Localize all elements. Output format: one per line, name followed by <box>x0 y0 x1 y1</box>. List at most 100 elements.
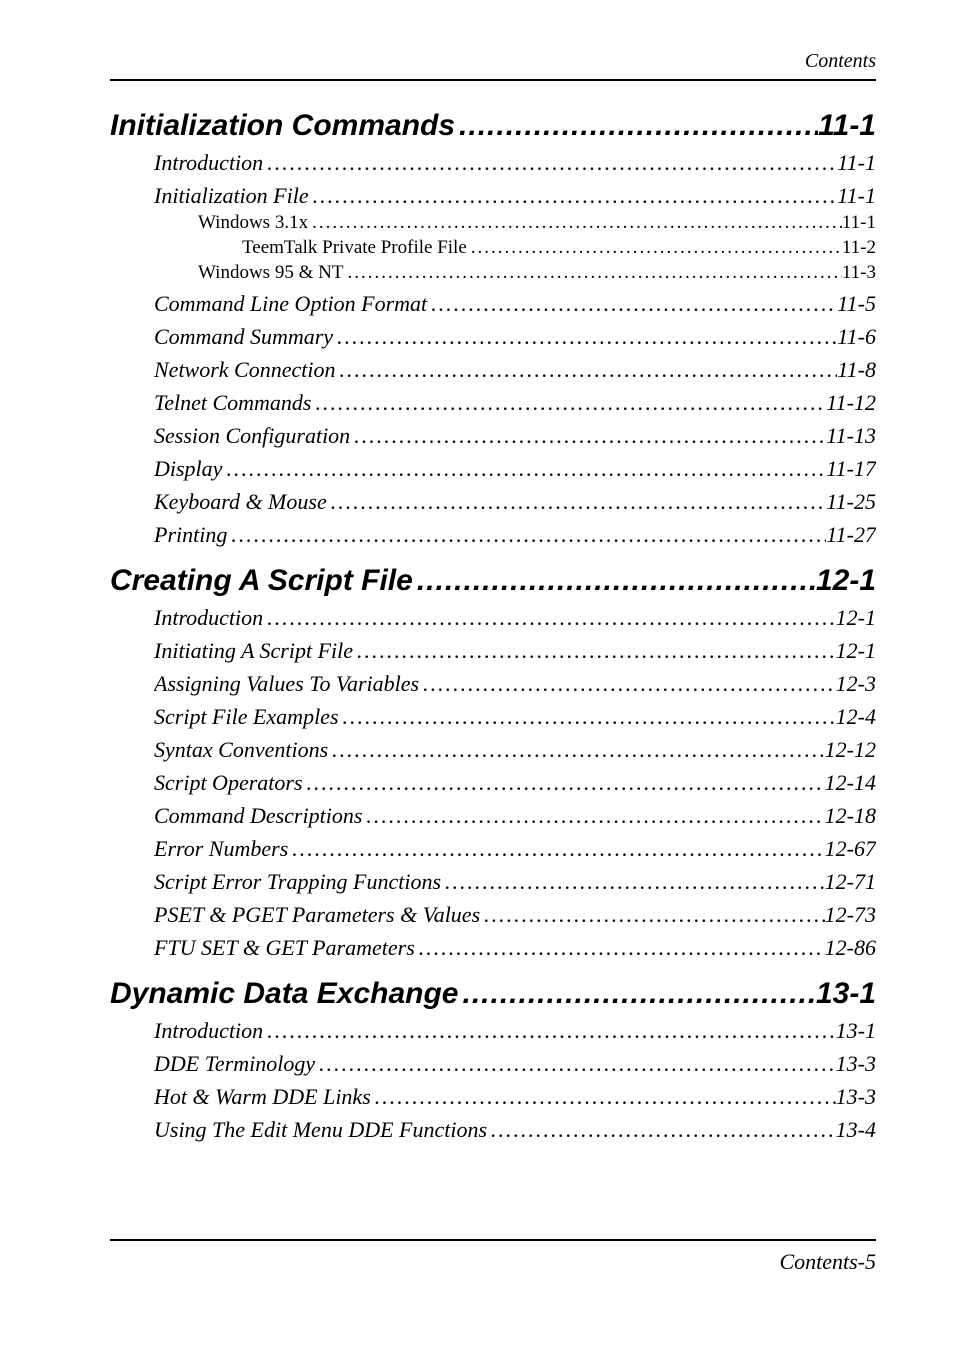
toc-entry: Script File Examples 12-4 <box>154 704 876 730</box>
toc-leader-dots <box>343 262 841 284</box>
toc-entry: Creating A Script File 12-1 <box>110 564 876 598</box>
toc-entry-label: Windows 3.1x <box>198 212 308 234</box>
toc-entry-page: 11-25 <box>826 489 876 515</box>
toc-entry-page: 11-6 <box>837 324 876 350</box>
toc-leader-dots <box>328 737 825 763</box>
toc-entry: Assigning Values To Variables 12-3 <box>154 671 876 697</box>
toc-leader-dots <box>467 237 842 259</box>
toc-entry: DDE Terminology 13-3 <box>154 1051 876 1077</box>
page-footer: Contents-5 <box>110 1241 876 1275</box>
toc-entry: Windows 3.1x 11-1 <box>198 212 876 234</box>
toc-entry-page: 11-5 <box>837 291 876 317</box>
toc-entry-label: Using The Edit Menu DDE Functions <box>154 1117 487 1143</box>
toc-entry-label: FTU SET & GET Parameters <box>154 935 415 961</box>
toc-entry-label: PSET & PGET Parameters & Values <box>154 902 480 928</box>
toc-leader-dots <box>353 638 836 664</box>
toc-entry-page: 13-1 <box>836 1018 876 1044</box>
toc-entry: Command Descriptions 12-18 <box>154 803 876 829</box>
toc-leader-dots <box>222 456 826 482</box>
toc-entry: Windows 95 & NT 11-3 <box>198 262 876 284</box>
toc-entry-label: Command Summary <box>154 324 333 350</box>
toc-leader-dots <box>227 522 826 548</box>
toc-entry: Network Connection 11-8 <box>154 357 876 383</box>
toc-entry-page: 11-27 <box>826 522 876 548</box>
toc-entry-page: 12-1 <box>836 605 876 631</box>
toc-entry-page: 13-3 <box>836 1051 876 1077</box>
toc-entry-label: Hot & Warm DDE Links <box>154 1084 371 1110</box>
toc-entry-label: TeemTalk Private Profile File <box>242 237 467 259</box>
toc-entry-label: Telnet Commands <box>154 390 311 416</box>
toc-entry-page: 13-3 <box>836 1084 876 1110</box>
toc-leader-dots <box>413 564 816 598</box>
toc-entry-page: 11-1 <box>837 183 876 209</box>
toc-leader-dots <box>441 869 825 895</box>
toc-entry: Using The Edit Menu DDE Functions 13-4 <box>154 1117 876 1143</box>
toc-entry-page: 11-1 <box>837 150 876 176</box>
toc-entry: Command Line Option Format 11-5 <box>154 291 876 317</box>
toc-entry: Hot & Warm DDE Links 13-3 <box>154 1084 876 1110</box>
toc-leader-dots <box>315 1051 836 1077</box>
toc-entry: Introduction 11-1 <box>154 150 876 176</box>
toc-entry-page: 12-86 <box>825 935 876 961</box>
toc-entry-label: Initiating A Script File <box>154 638 353 664</box>
toc-entry-label: Script File Examples <box>154 704 339 730</box>
toc-entry-label: Script Error Trapping Functions <box>154 869 441 895</box>
toc-entry: Introduction 12-1 <box>154 605 876 631</box>
toc-entry-page: 12-67 <box>825 836 876 862</box>
toc-entry-page: 12-71 <box>825 869 876 895</box>
toc-body: Initialization Commands 11-1Introduction… <box>110 109 876 1209</box>
toc-entry: Telnet Commands 11-12 <box>154 390 876 416</box>
toc-entry-page: 11-1 <box>842 212 876 234</box>
toc-entry: Initialization Commands 11-1 <box>110 109 876 143</box>
toc-leader-dots <box>263 1018 835 1044</box>
toc-entry-label: Windows 95 & NT <box>198 262 343 284</box>
toc-entry-label: Introduction <box>154 605 263 631</box>
toc-entry-page: 11-8 <box>837 357 876 383</box>
toc-entry: Keyboard & Mouse 11-25 <box>154 489 876 515</box>
toc-entry-label: Keyboard & Mouse <box>154 489 327 515</box>
toc-leader-dots <box>288 836 824 862</box>
toc-entry-label: Initialization Commands <box>110 109 455 143</box>
toc-leader-dots <box>263 605 835 631</box>
toc-entry-page: 12-1 <box>816 564 876 598</box>
toc-entry: Printing 11-27 <box>154 522 876 548</box>
toc-entry: Script Operators 12-14 <box>154 770 876 796</box>
toc-entry: TeemTalk Private Profile File 11-2 <box>242 237 876 259</box>
toc-entry-label: Initialization File <box>154 183 309 209</box>
toc-entry-label: Syntax Conventions <box>154 737 328 763</box>
toc-leader-dots <box>480 902 825 928</box>
toc-entry-page: 12-12 <box>825 737 876 763</box>
toc-leader-dots <box>427 291 837 317</box>
toc-entry-label: Printing <box>154 522 227 548</box>
toc-entry: Script Error Trapping Functions 12-71 <box>154 869 876 895</box>
toc-entry: Initialization File 11-1 <box>154 183 876 209</box>
toc-leader-dots <box>487 1117 836 1143</box>
toc-entry: Command Summary 11-6 <box>154 324 876 350</box>
toc-entry-label: Introduction <box>154 1018 263 1044</box>
toc-leader-dots <box>362 803 824 829</box>
toc-entry-label: Display <box>154 456 222 482</box>
toc-entry-label: DDE Terminology <box>154 1051 315 1077</box>
toc-entry: PSET & PGET Parameters & Values 12-73 <box>154 902 876 928</box>
toc-leader-dots <box>263 150 837 176</box>
toc-entry-label: Dynamic Data Exchange <box>110 977 458 1011</box>
toc-entry: Session Configuration 11-13 <box>154 423 876 449</box>
toc-entry-page: 11-17 <box>826 456 876 482</box>
toc-leader-dots <box>308 212 842 234</box>
toc-leader-dots <box>415 935 825 961</box>
toc-leader-dots <box>309 183 838 209</box>
toc-entry: Initiating A Script File 12-1 <box>154 638 876 664</box>
toc-leader-dots <box>311 390 826 416</box>
toc-entry: Introduction 13-1 <box>154 1018 876 1044</box>
toc-entry-label: Command Descriptions <box>154 803 362 829</box>
toc-entry: Error Numbers 12-67 <box>154 836 876 862</box>
toc-leader-dots <box>327 489 827 515</box>
toc-entry-page: 11-1 <box>818 109 876 143</box>
toc-entry-page: 11-13 <box>826 423 876 449</box>
toc-entry-label: Assigning Values To Variables <box>154 671 419 697</box>
toc-leader-dots <box>350 423 826 449</box>
toc-entry-page: 13-4 <box>836 1117 876 1143</box>
toc-entry-page: 13-1 <box>816 977 876 1011</box>
toc-leader-dots <box>371 1084 836 1110</box>
toc-leader-dots <box>333 324 837 350</box>
